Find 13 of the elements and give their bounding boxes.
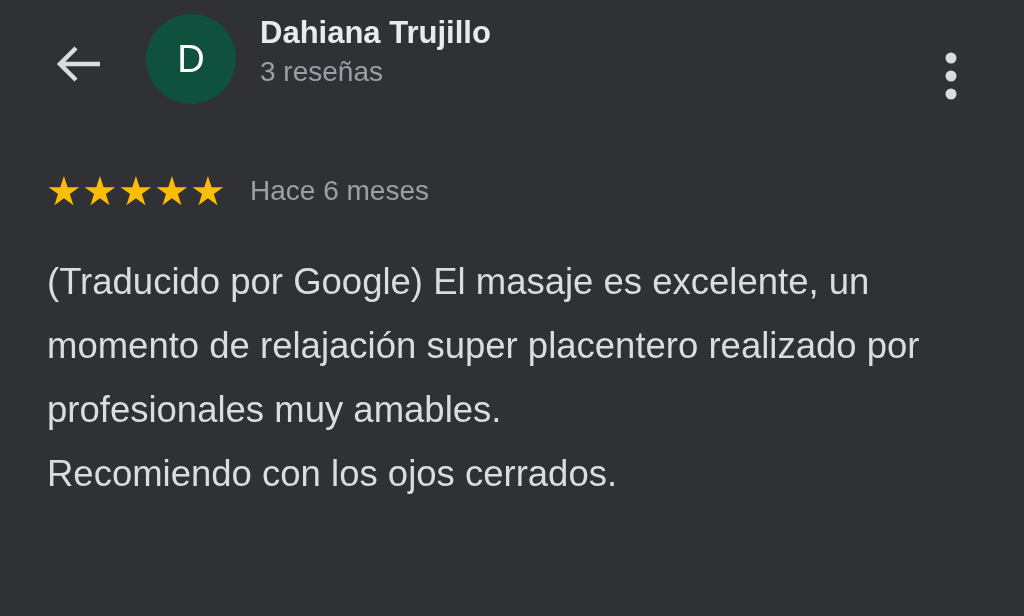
back-icon[interactable] xyxy=(54,44,102,84)
review-count: 3 reseñas xyxy=(260,55,384,89)
review-text: (Traducido por Google) El masaje es excelente, un momento de relajación super placentero realizado por profesionales muy amables. xyxy=(47,260,921,432)
star-icon: ★ xyxy=(154,171,190,211)
avatar: D xyxy=(146,14,236,104)
reviewer-name: Dahiana Trujillo xyxy=(260,14,492,52)
star-icon: ★ xyxy=(46,171,82,211)
star-icon: ★ xyxy=(190,171,226,211)
more-options-icon[interactable] xyxy=(944,52,958,100)
review-time: Hace 6 meses xyxy=(250,174,429,208)
star-icon: ★ xyxy=(82,171,118,211)
star-icon: ★ xyxy=(118,171,154,211)
review-text: Recomiendo con los ojos cerrados. xyxy=(47,452,619,496)
